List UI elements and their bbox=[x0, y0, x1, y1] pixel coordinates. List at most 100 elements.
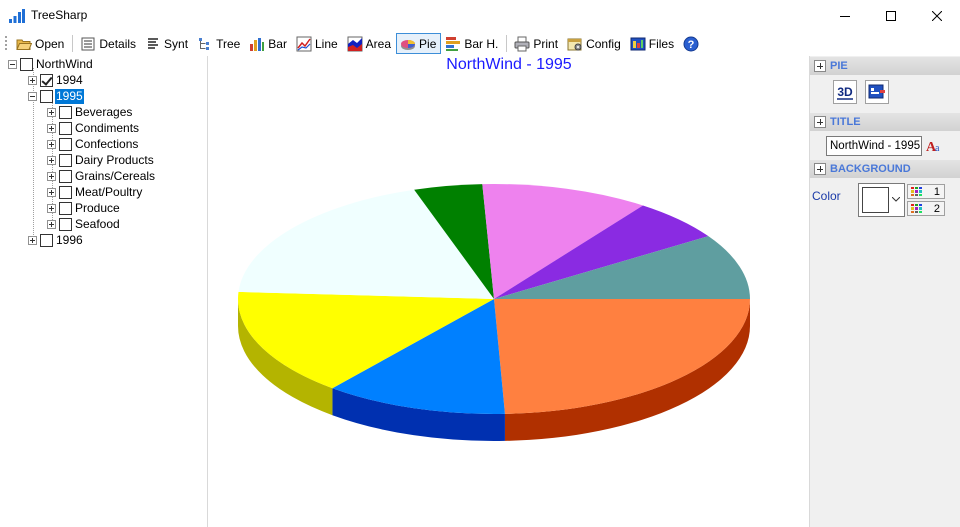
pie-chart-button[interactable]: Pie bbox=[396, 33, 442, 54]
checkbox[interactable] bbox=[59, 185, 72, 199]
3d-toggle-button[interactable]: 3D bbox=[833, 80, 857, 104]
config-icon bbox=[567, 38, 582, 50]
tree-node-label: Produce bbox=[75, 200, 120, 215]
tree-node-label: 1994 bbox=[56, 72, 83, 87]
checkbox[interactable] bbox=[59, 137, 72, 151]
tree-node-year[interactable]: 1994 bbox=[28, 72, 84, 88]
synthesis-icon bbox=[148, 37, 159, 49]
tree-node-label: Dairy Products bbox=[75, 152, 154, 167]
expand-icon[interactable] bbox=[47, 155, 56, 165]
expand-icon[interactable] bbox=[47, 187, 56, 197]
color-2-button[interactable]: 2 bbox=[907, 201, 945, 216]
color-label: Color bbox=[812, 189, 841, 203]
config-button[interactable]: Config bbox=[563, 33, 626, 54]
tree-node-label-selected: 1995 bbox=[55, 88, 84, 104]
line-chart-button[interactable]: Line bbox=[292, 33, 343, 54]
tree-node-category[interactable]: Produce bbox=[47, 200, 121, 216]
chart-title-input[interactable]: NorthWind - 1995 bbox=[826, 136, 922, 156]
bar-horizontal-button[interactable]: Bar H. bbox=[441, 33, 503, 54]
checkbox-checked[interactable] bbox=[40, 73, 53, 87]
checkbox[interactable] bbox=[59, 217, 72, 231]
files-button[interactable]: Files bbox=[626, 33, 679, 54]
expand-icon[interactable] bbox=[814, 60, 826, 72]
expand-icon[interactable] bbox=[28, 235, 37, 245]
expand-icon[interactable] bbox=[47, 123, 56, 133]
minimize-button[interactable] bbox=[822, 0, 868, 31]
pie-slice-0 bbox=[494, 299, 750, 414]
tree-node-label: Seafood bbox=[75, 216, 120, 231]
tree-node-label: NorthWind bbox=[36, 56, 93, 71]
svg-text:a: a bbox=[935, 143, 940, 154]
tree-button[interactable]: Tree bbox=[193, 33, 245, 54]
close-button[interactable] bbox=[914, 0, 960, 31]
checkbox[interactable] bbox=[40, 89, 53, 103]
collapse-icon[interactable] bbox=[8, 59, 17, 69]
maximize-button[interactable] bbox=[868, 0, 914, 31]
open-button[interactable]: Open bbox=[12, 33, 69, 54]
tree-node-year[interactable]: 1996 bbox=[28, 232, 84, 248]
window-title: TreeSharp bbox=[31, 8, 88, 22]
tree-node-category[interactable]: Grains/Cereals bbox=[47, 168, 156, 184]
color-dropdown[interactable] bbox=[858, 183, 905, 217]
area-chart-button[interactable]: Area bbox=[343, 33, 396, 54]
checkbox[interactable] bbox=[40, 233, 53, 247]
chart-settings-icon bbox=[868, 84, 885, 99]
expand-icon[interactable] bbox=[47, 219, 56, 229]
tree-node-label: Confections bbox=[75, 136, 139, 151]
files-icon bbox=[630, 37, 646, 50]
tree-node-root[interactable]: NorthWind bbox=[8, 56, 94, 72]
bar-horizontal-icon bbox=[446, 36, 461, 51]
tree-node-category[interactable]: Beverages bbox=[47, 104, 133, 120]
synt-button[interactable]: Synt bbox=[141, 33, 193, 54]
line-chart-icon bbox=[296, 36, 312, 51]
bar-chart-button[interactable]: Bar bbox=[245, 33, 292, 54]
expand-icon[interactable] bbox=[47, 203, 56, 213]
tree-node-category[interactable]: Confections bbox=[47, 136, 139, 152]
help-icon: ? bbox=[683, 36, 699, 51]
font-button[interactable]: A a bbox=[924, 136, 944, 156]
checkbox[interactable] bbox=[20, 57, 33, 71]
3d-icon: 3D bbox=[837, 85, 853, 100]
minimize-icon bbox=[840, 15, 850, 17]
toolbar-grip[interactable] bbox=[4, 35, 8, 52]
tree-node-year[interactable]: 1995 bbox=[28, 88, 84, 104]
tree-node-label: Grains/Cereals bbox=[75, 168, 156, 183]
expand-icon[interactable] bbox=[47, 171, 56, 181]
expand-icon[interactable] bbox=[47, 139, 56, 149]
tree-view[interactable]: NorthWind 1994 1995 Beverages Condiments C… bbox=[0, 56, 208, 527]
expand-icon[interactable] bbox=[814, 163, 826, 175]
details-button[interactable]: Details bbox=[76, 33, 141, 54]
font-icon: A a bbox=[926, 140, 940, 154]
section-title-header[interactable]: TITLE bbox=[810, 113, 960, 131]
color-1-button[interactable]: 1 bbox=[907, 184, 945, 199]
help-button[interactable]: ? bbox=[679, 33, 707, 54]
app-icon bbox=[9, 9, 25, 23]
collapse-icon[interactable] bbox=[28, 91, 37, 101]
area-chart-icon bbox=[347, 36, 363, 51]
print-button[interactable]: Print bbox=[510, 33, 563, 54]
checkbox[interactable] bbox=[59, 169, 72, 183]
tree-node-label: Condiments bbox=[75, 120, 140, 135]
palette-icon bbox=[911, 186, 922, 197]
tree-node-label: Meat/Poultry bbox=[75, 184, 143, 199]
maximize-icon bbox=[886, 10, 896, 21]
tree-node-category[interactable]: Dairy Products bbox=[47, 152, 155, 168]
section-pie-header[interactable]: PIE bbox=[810, 57, 960, 75]
expand-icon[interactable] bbox=[28, 75, 37, 85]
checkbox[interactable] bbox=[59, 201, 72, 215]
expand-icon[interactable] bbox=[814, 116, 826, 128]
section-background-header[interactable]: BACKGROUND bbox=[810, 160, 960, 178]
tree-node-category[interactable]: Condiments bbox=[47, 120, 140, 136]
checkbox[interactable] bbox=[59, 153, 72, 167]
palette-icon bbox=[911, 203, 922, 214]
tree-node-category[interactable]: Seafood bbox=[47, 216, 121, 232]
bar-chart-icon bbox=[250, 37, 265, 51]
checkbox[interactable] bbox=[59, 105, 72, 119]
tree-node-category[interactable]: Meat/Poultry bbox=[47, 184, 143, 200]
expand-icon[interactable] bbox=[47, 107, 56, 117]
tree-node-label: 1996 bbox=[56, 232, 83, 247]
chevron-down-icon bbox=[892, 197, 900, 202]
svg-text:3D: 3D bbox=[837, 85, 853, 99]
checkbox[interactable] bbox=[59, 121, 72, 135]
chart-settings-button[interactable] bbox=[865, 80, 889, 104]
